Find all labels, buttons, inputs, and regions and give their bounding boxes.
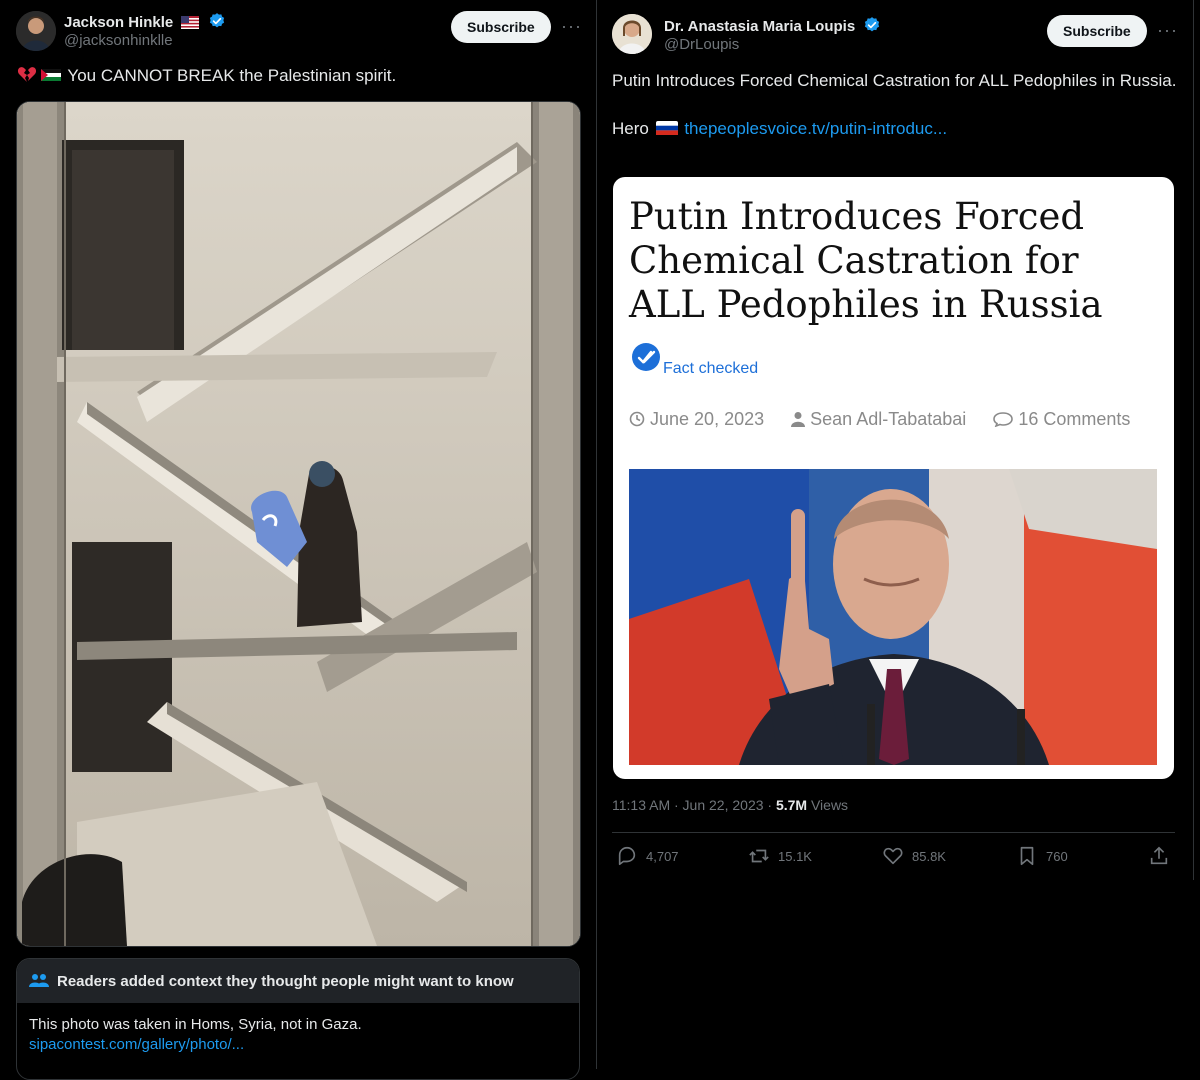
article-comments: 16 Comments [993, 409, 1130, 429]
avatar-image [16, 11, 56, 51]
clock-icon [629, 411, 645, 427]
tweet-timestamp[interactable]: 11:13 AM · Jun 22, 2023 · [612, 797, 776, 813]
russia-flag-icon [655, 121, 678, 135]
like-count: 85.8K [912, 848, 946, 864]
article-comments-text: 16 Comments [1018, 409, 1131, 429]
subscribe-button[interactable]: Subscribe [1047, 15, 1147, 47]
bookmark-icon [1020, 846, 1034, 866]
like-button[interactable]: 85.8K [882, 845, 946, 867]
author-handle[interactable]: @jacksonhinklle [64, 32, 173, 49]
avatar-image [612, 14, 652, 54]
article-author: Sean Adl-Tabatabai [791, 409, 971, 429]
author-name-text[interactable]: Dr. Anastasia Maria Loupis [664, 18, 855, 35]
reply-icon [618, 846, 636, 866]
repost-button[interactable]: 15.1K [748, 845, 812, 867]
community-note-text: This photo was taken in Homs, Syria, not… [29, 1016, 362, 1033]
community-note-body: This photo was taken in Homs, Syria, not… [17, 1003, 579, 1067]
tweet-photo-staircase[interactable] [16, 101, 581, 947]
article-image [629, 469, 1157, 765]
author-handle[interactable]: @DrLoupis [664, 36, 739, 53]
tweet-text-hero: Hero [612, 119, 649, 138]
more-options-icon[interactable]: ··· [1157, 20, 1178, 41]
link-preview-card[interactable]: Putin Introduces Forced Chemical Castrat… [613, 177, 1174, 779]
bookmark-count: 760 [1046, 848, 1068, 864]
people-icon [29, 974, 49, 987]
community-note-title: Readers added context they thought peopl… [57, 972, 514, 990]
reply-count: 4,707 [646, 848, 679, 864]
share-icon [1150, 846, 1168, 865]
tweet-text-hero-line: Hero thepeoplesvoice.tv/putin-introduc..… [612, 117, 1182, 141]
comment-icon [993, 412, 1014, 428]
tweet-text: Putin Introduces Forced Chemical Castrat… [612, 69, 1182, 141]
article-date: June 20, 2023 [629, 409, 769, 429]
tweet-text: You CANNOT BREAK the Palestinian spirit. [17, 64, 396, 88]
tweet-text-content: You CANNOT BREAK the Palestinian spirit. [67, 66, 397, 85]
article-author-text: Sean Adl-Tabatabai [810, 409, 967, 429]
repost-icon [749, 849, 769, 863]
tweet-timestamp-views: 11:13 AM · Jun 22, 2023 · 5.7M Views [612, 797, 848, 813]
avatar[interactable] [16, 11, 56, 51]
bookmark-button[interactable]: 760 [1016, 845, 1068, 867]
article-date-text: June 20, 2023 [650, 409, 765, 429]
double-check-icon [632, 343, 660, 371]
author-name-text[interactable]: Jackson Hinkle [64, 14, 173, 31]
community-note: Readers added context they thought peopl… [16, 958, 580, 1080]
author-name[interactable]: Dr. Anastasia Maria Loupis [664, 16, 881, 35]
subscribe-button[interactable]: Subscribe [451, 11, 551, 43]
tweet-external-link[interactable]: thepeoplesvoice.tv/putin-introduc... [684, 119, 947, 138]
user-icon [791, 412, 806, 427]
action-bar-divider [612, 832, 1175, 833]
fact-checked-badge: Fact checked [631, 342, 758, 377]
community-note-header: Readers added context they thought peopl… [17, 959, 579, 1003]
column-divider-right [1193, 0, 1194, 880]
reply-button[interactable]: 4,707 [616, 845, 679, 867]
column-divider [596, 0, 597, 1069]
tweet-text-line: Putin Introduces Forced Chemical Castrat… [612, 71, 1177, 90]
views-count: 5.7M [775, 797, 808, 813]
tweet-action-bar: 4,707 15.1K 85.8K 760 [612, 845, 1175, 869]
views-label: Views [807, 797, 849, 813]
verified-badge-icon [209, 13, 224, 28]
more-options-icon[interactable]: ··· [561, 16, 582, 37]
fact-checked-label: Fact checked [663, 360, 759, 377]
broken-heart-palestine-flag-icon [17, 67, 61, 82]
us-flag-icon [181, 16, 200, 29]
repost-count: 15.1K [778, 848, 812, 864]
card-headline: Putin Introduces Forced Chemical Castrat… [629, 195, 1103, 326]
share-button[interactable] [1148, 845, 1170, 867]
author-name[interactable]: Jackson Hinkle [64, 12, 226, 31]
verified-badge-icon [865, 17, 880, 32]
heart-icon [883, 847, 903, 865]
speaker-photo [629, 469, 1157, 765]
community-note-source-link[interactable]: sipacontest.com/gallery/photo/... [29, 1035, 567, 1055]
ruined-staircase-image [17, 102, 580, 946]
avatar[interactable] [612, 14, 652, 54]
article-meta: June 20, 2023 Sean Adl-Tabatabai 16 Comm… [629, 409, 1130, 430]
